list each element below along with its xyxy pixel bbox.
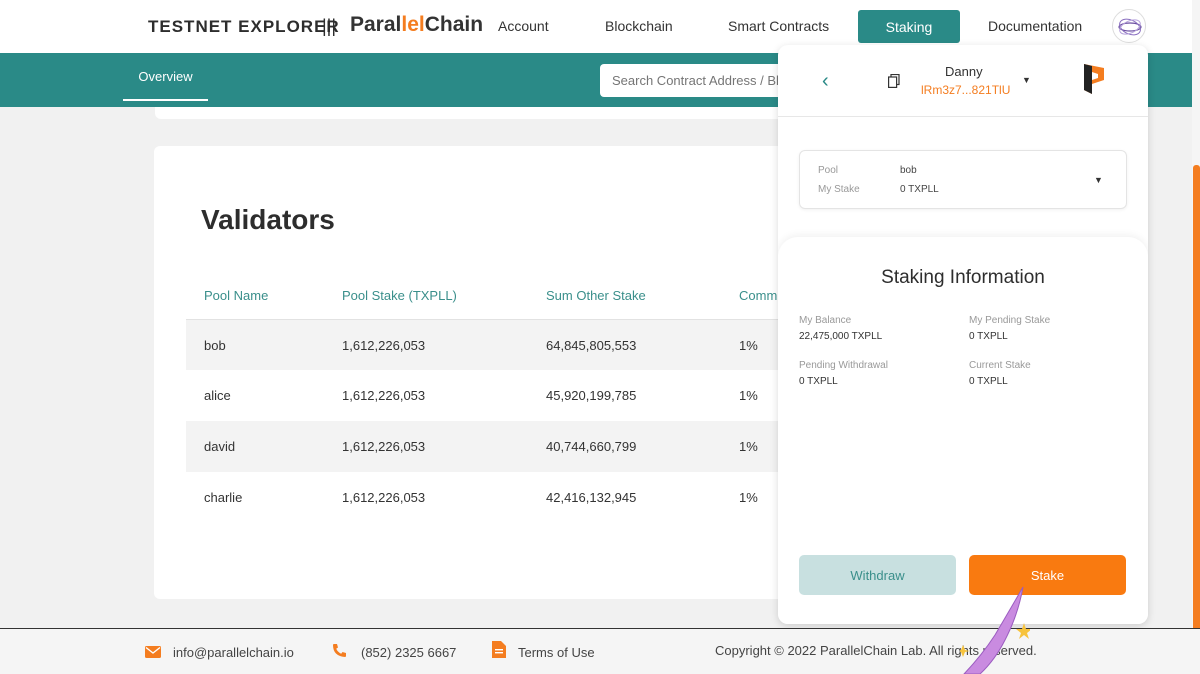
sparkle-cursor-icon [956, 585, 1032, 674]
cell-sum-other-stake: 64,845,805,553 [546, 338, 637, 353]
summary-card-bottom [155, 107, 805, 119]
wallet-globe-icon[interactable] [1112, 9, 1146, 43]
column-header-sum-other-stake[interactable]: Sum Other Stake [546, 288, 646, 303]
back-chevron-icon[interactable]: ‹ [822, 70, 829, 93]
my-balance-value: 22,475,000 TXPLL [799, 331, 883, 342]
table-row[interactable]: david 1,612,226,053 40,744,660,799 1% [186, 421, 804, 472]
cell-pool-stake: 1,612,226,053 [342, 388, 426, 403]
nav-account[interactable]: Account [498, 18, 549, 34]
cell-pool-name: alice [204, 388, 231, 403]
nav-blockchain[interactable]: Blockchain [605, 18, 673, 34]
cell-sum-other-stake: 42,416,132,945 [546, 490, 637, 505]
cell-pool-name: david [204, 439, 236, 454]
nav-staking[interactable]: Staking [858, 10, 960, 43]
cell-commission: 1% [739, 338, 758, 353]
pool-selector[interactable]: Pool bob My Stake 0 TXPLL ▼ [799, 150, 1127, 209]
nav-documentation[interactable]: Documentation [988, 18, 1082, 34]
validators-title: Validators [201, 204, 335, 235]
pending-withdrawal-label: Pending Withdrawal [799, 360, 888, 371]
logo-part1: Paral [350, 13, 402, 36]
logo-accent: lel [401, 13, 425, 36]
footer-email[interactable]: info@parallelchain.io [173, 645, 294, 660]
copy-icon[interactable] [888, 73, 900, 88]
staking-info-title: Staking Information [881, 267, 1045, 288]
cell-pool-stake: 1,612,226,053 [342, 490, 426, 505]
cell-commission: 1% [739, 490, 758, 505]
phone-icon [332, 643, 347, 663]
cell-pool-stake: 1,612,226,053 [342, 338, 426, 353]
pending-stake-label: My Pending Stake [969, 315, 1051, 326]
cell-pool-name: bob [204, 338, 226, 353]
cell-commission: 1% [739, 439, 758, 454]
wallet-panel: ‹ Danny lRm3z7...821TlU ▼ Pool bob My St… [778, 45, 1148, 624]
email-icon [145, 645, 161, 663]
account-address: lRm3z7...821TlU [921, 83, 1011, 97]
table-row[interactable]: charlie 1,612,226,053 42,416,132,945 1% [186, 472, 804, 523]
my-stake-label: My Stake [818, 184, 860, 195]
validators-card: Validators Pool Name Pool Stake (TXPLL) … [154, 146, 804, 599]
logo-part2: Chain [424, 13, 484, 36]
brand-separator: ||| [322, 16, 337, 36]
account-name: Danny [945, 64, 983, 79]
document-icon [492, 641, 506, 663]
withdraw-button[interactable]: Withdraw [799, 555, 956, 595]
footer-phone[interactable]: (852) 2325 6667 [361, 645, 456, 660]
current-stake-value: 0 TXPLL [969, 376, 1008, 387]
column-header-pool-name[interactable]: Pool Name [204, 288, 268, 303]
my-balance-label: My Balance [799, 315, 852, 326]
parallelchain-icon [1084, 64, 1104, 94]
table-row[interactable]: alice 1,612,226,053 45,920,199,785 1% [186, 370, 804, 421]
brand-title[interactable]: TESTNET EXPLORER [148, 17, 340, 37]
pool-value: bob [900, 165, 917, 176]
cell-commission: 1% [739, 388, 758, 403]
my-stake-value: 0 TXPLL [900, 184, 939, 195]
cell-sum-other-stake: 40,744,660,799 [546, 439, 637, 454]
column-header-pool-stake[interactable]: Pool Stake (TXPLL) [342, 288, 457, 303]
table-row[interactable]: bob 1,612,226,053 64,845,805,553 1% [186, 319, 804, 370]
cell-pool-name: charlie [204, 490, 243, 505]
tab-overview[interactable]: Overview [123, 53, 208, 101]
current-stake-label: Current Stake [969, 360, 1031, 371]
search-input[interactable] [600, 64, 790, 97]
column-header-commission[interactable]: Comm [739, 288, 777, 303]
cell-pool-stake: 1,612,226,053 [342, 439, 426, 454]
wallet-header: ‹ Danny lRm3z7...821TlU ▼ [778, 45, 1148, 117]
pending-stake-value: 0 TXPLL [969, 331, 1008, 342]
nav-smart-contracts[interactable]: Smart Contracts [728, 18, 829, 34]
parallelchain-logo[interactable]: ParallelChain [350, 13, 483, 37]
cell-sum-other-stake: 45,920,199,785 [546, 388, 637, 403]
footer-terms-link[interactable]: Terms of Use [518, 645, 595, 660]
account-dropdown-icon[interactable]: ▼ [1022, 75, 1031, 85]
pool-label: Pool [818, 165, 839, 176]
pool-dropdown-icon[interactable]: ▼ [1094, 175, 1103, 185]
scrollbar-thumb[interactable] [1193, 165, 1200, 635]
pending-withdrawal-value: 0 TXPLL [799, 376, 838, 387]
